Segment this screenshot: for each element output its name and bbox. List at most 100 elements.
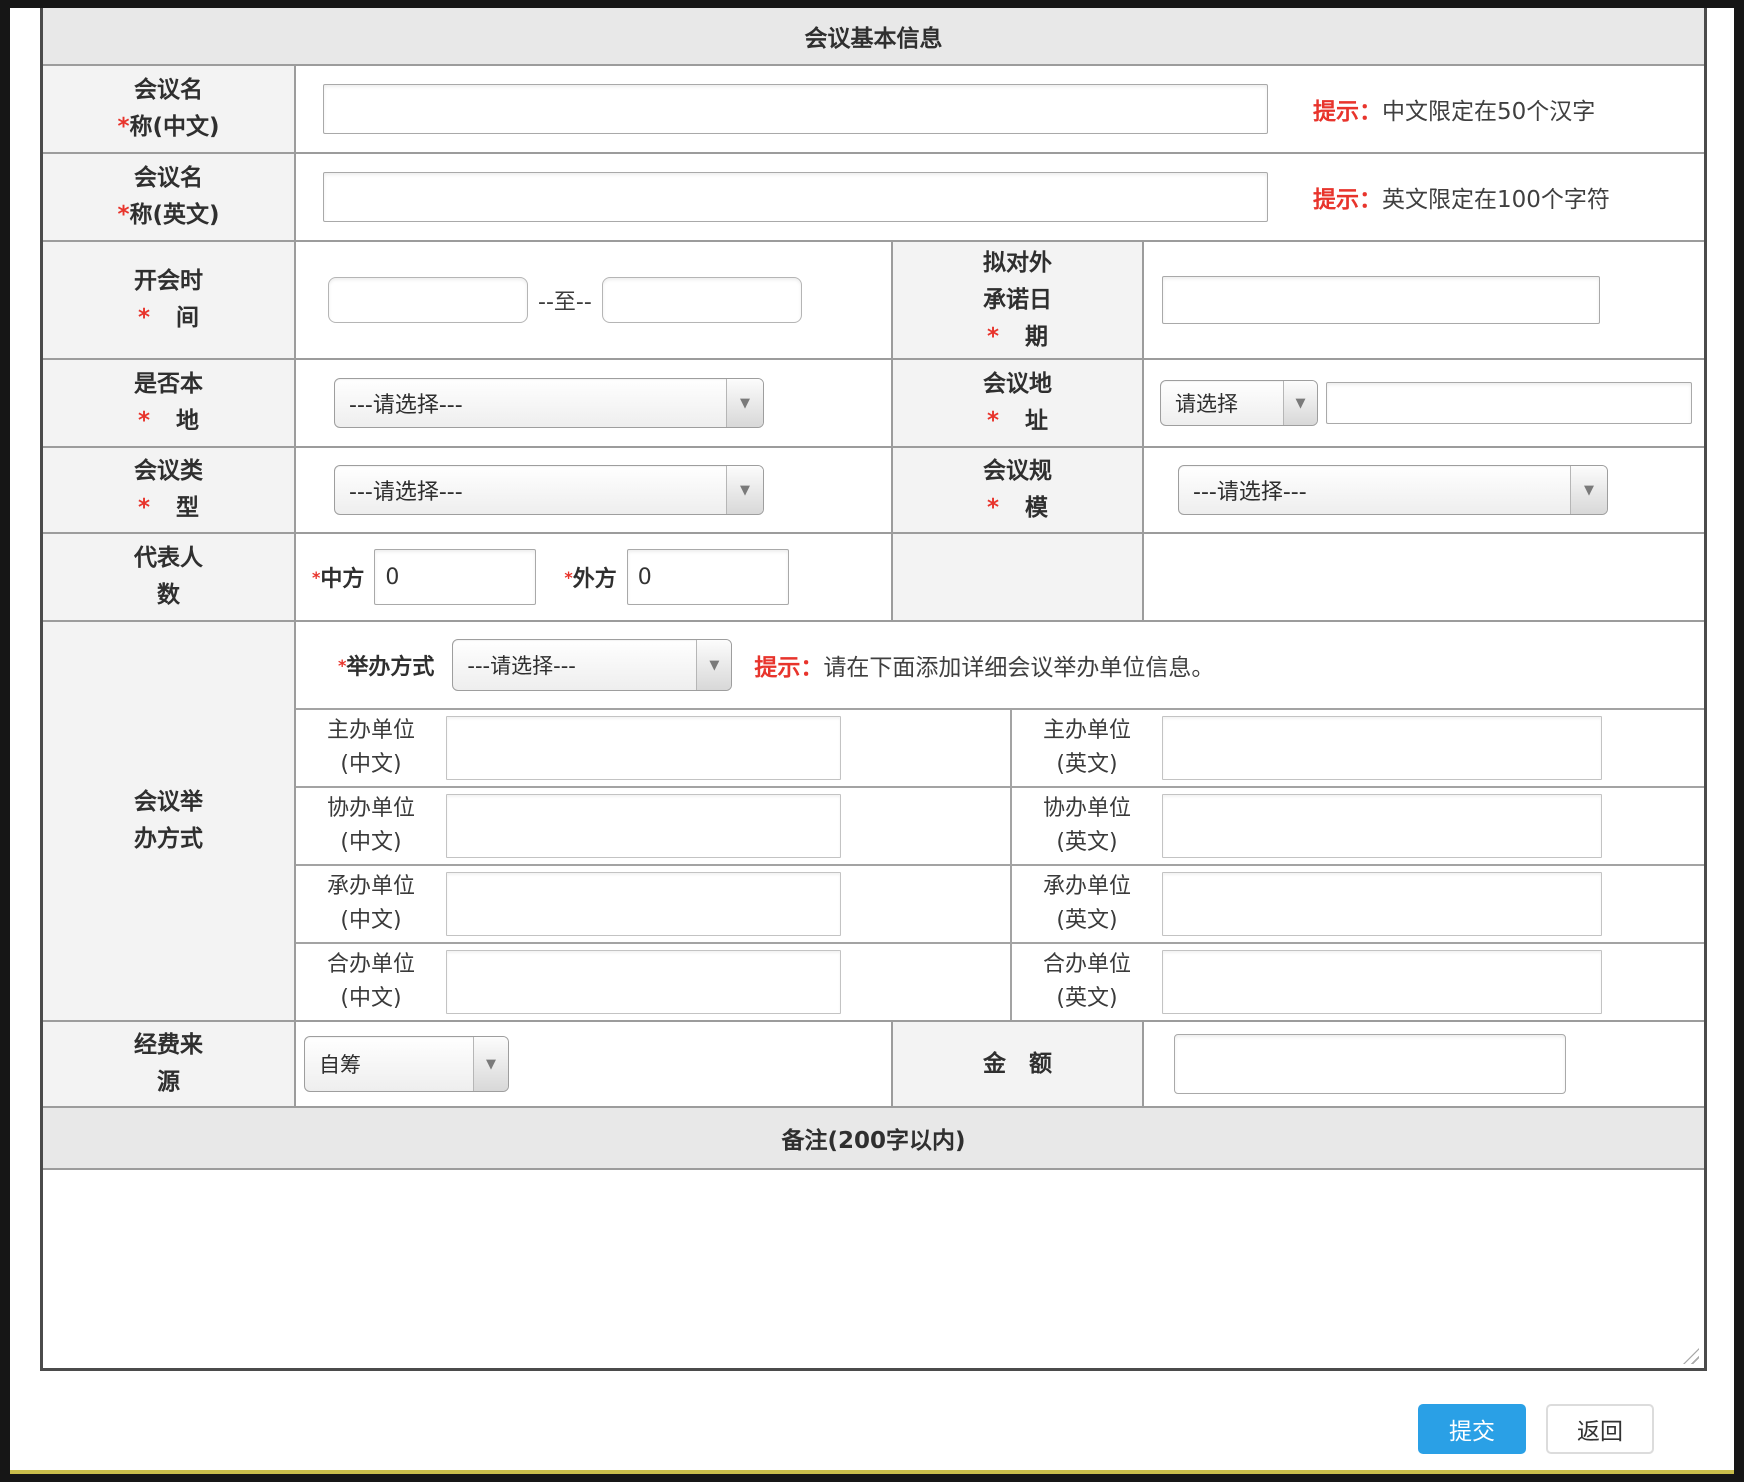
label-line1: 会议地 (983, 366, 1052, 403)
screenshot-frame: 会议基本信息 会议名 *称(中文) 提示：中文限定在50个汉字 会议名 (0, 0, 1744, 1482)
meeting-name-cn-row: 会议名 *称(中文) 提示：中文限定在50个汉字 (43, 64, 1704, 152)
host-unit-row: 协办单位 (中文) 协办单位 (英文) (296, 786, 1704, 864)
meeting-name-en-input[interactable] (323, 172, 1268, 222)
unit-input-coorganizer-en[interactable] (1162, 794, 1602, 858)
unit-input-undertaker-en[interactable] (1162, 872, 1602, 936)
required-marker: * (312, 568, 320, 587)
back-button[interactable]: 返回 (1546, 1404, 1654, 1454)
chevron-down-icon: ▼ (1283, 381, 1317, 425)
meeting-scale-select[interactable]: ---请选择--- ▼ (1178, 465, 1608, 515)
unit-label-line1: 协办单位 (327, 796, 415, 821)
host-unit-row: 合办单位 (中文) 合办单位 (英文) (296, 942, 1704, 1020)
hint-prefix: 提示： (1313, 99, 1382, 125)
unit-label-line1: 合办单位 (1043, 952, 1131, 977)
hint-prefix: 提示： (1313, 187, 1382, 213)
unit-label-line2: (英文) (1056, 908, 1117, 933)
delegates-cn-label: 中方 (320, 561, 364, 593)
unit-label-line2: (中文) (340, 830, 401, 855)
required-marker: * (987, 403, 999, 440)
required-marker: * (117, 109, 129, 146)
remark-header-row: 备注(200字以内) (43, 1106, 1704, 1168)
unit-label-line1: 主办单位 (1043, 718, 1131, 743)
meeting-time-start-input[interactable] (328, 277, 528, 323)
address-label: 会议地 * 址 (891, 360, 1144, 446)
footer-actions: 提交 返回 (10, 1404, 1734, 1460)
unit-label-line1: 承办单位 (327, 874, 415, 899)
chevron-glyph: ▼ (740, 483, 750, 498)
meeting-name-en-hint: 提示：英文限定在100个字符 (1313, 180, 1610, 214)
meeting-name-cn-input[interactable] (323, 84, 1268, 134)
hosting-section-label: 会议举 办方式 (43, 622, 296, 1020)
unit-label: 承办单位 (英文) (1012, 870, 1162, 938)
unit-label-line2: (英文) (1056, 986, 1117, 1011)
unit-label-line1: 主办单位 (327, 718, 415, 743)
meeting-scale-select-value: ---请选择--- (1179, 466, 1570, 514)
meeting-time-row: 开会时 *间 --至-- 拟对外 承诺日 *期 (43, 240, 1704, 358)
delegates-label: 代表人 数 (43, 534, 296, 620)
hosting-section-row: 会议举 办方式 * 举办方式 ---请选择--- ▼ 提示：请在下面添加详细会议… (43, 620, 1704, 1020)
chevron-glyph: ▼ (1296, 396, 1306, 411)
label-line2: 间 (176, 300, 199, 337)
label-line2: 称(中文) (130, 109, 220, 146)
unit-label: 协办单位 (英文) (1012, 792, 1162, 860)
unit-label-line2: (英文) (1056, 830, 1117, 855)
unit-label-line1: 承办单位 (1043, 874, 1131, 899)
unit-label: 主办单位 (英文) (1012, 714, 1162, 782)
address-region-select-value: 请选择 (1161, 381, 1283, 425)
label-line2: 承诺日 (983, 282, 1052, 319)
label-line1: 会议举 (134, 784, 203, 821)
is-local-select[interactable]: ---请选择--- ▼ (334, 378, 764, 428)
unit-label: 主办单位 (中文) (296, 714, 446, 782)
submit-button[interactable]: 提交 (1418, 1404, 1526, 1454)
label-line1: 金 额 (983, 1046, 1052, 1083)
delegates-foreign-input[interactable] (627, 549, 789, 605)
meeting-time-end-input[interactable] (602, 277, 802, 323)
unit-input-undertaker-cn[interactable] (446, 872, 841, 936)
label-line1: 会议类 (134, 453, 203, 490)
is-local-select-value: ---请选择--- (335, 379, 726, 427)
form-title-row: 会议基本信息 (43, 8, 1704, 64)
meeting-form-table: 会议基本信息 会议名 *称(中文) 提示：中文限定在50个汉字 会议名 (40, 8, 1707, 1371)
hosting-way-select[interactable]: ---请选择--- ▼ (452, 639, 732, 691)
label-line2: 源 (157, 1064, 180, 1101)
remark-body-row (43, 1168, 1704, 1368)
hint-prefix: 提示： (754, 655, 823, 681)
delegates-empty-content-cell (1144, 534, 1704, 620)
unit-label: 承办单位 (中文) (296, 870, 446, 938)
hint-text: 英文限定在100个字符 (1382, 187, 1610, 213)
unit-input-organizer-en[interactable] (1162, 716, 1602, 780)
chevron-down-icon: ▼ (726, 466, 763, 514)
promise-date-input[interactable] (1162, 276, 1600, 324)
amount-input[interactable] (1174, 1034, 1566, 1094)
unit-input-coorganizer-cn[interactable] (446, 794, 841, 858)
label-line2: 地 (176, 403, 199, 440)
address-input[interactable] (1326, 382, 1692, 424)
address-region-select[interactable]: 请选择 ▼ (1160, 380, 1318, 426)
unit-label-line2: (中文) (340, 908, 401, 933)
label-line1: 开会时 (134, 263, 203, 300)
unit-label-line2: (英文) (1056, 752, 1117, 777)
funding-select[interactable]: 自筹 ▼ (304, 1036, 509, 1092)
label-line1: 是否本 (134, 366, 203, 403)
hint-text: 请在下面添加详细会议举办单位信息。 (823, 655, 1214, 681)
meeting-name-en-label: 会议名 *称(英文) (43, 154, 296, 240)
meeting-type-row: 会议类 *型 ---请选择--- ▼ 会议规 *模 ---请选择--- (43, 446, 1704, 532)
time-range-separator: --至-- (538, 284, 592, 316)
delegates-cn-input[interactable] (374, 549, 536, 605)
unit-label-line2: (中文) (340, 752, 401, 777)
unit-input-jointhost-en[interactable] (1162, 950, 1602, 1014)
required-marker: * (564, 568, 572, 587)
label-line1: 拟对外 (983, 245, 1052, 282)
label-line2: 型 (176, 490, 199, 527)
meeting-type-select[interactable]: ---请选择--- ▼ (334, 465, 764, 515)
remark-textarea[interactable] (43, 1170, 1704, 1368)
label-line1: 会议名 (134, 72, 203, 109)
chevron-down-icon: ▼ (726, 379, 763, 427)
delegates-row: 代表人 数 * 中方 * 外方 (43, 532, 1704, 620)
label-line1: 经费来 (134, 1027, 203, 1064)
unit-input-jointhost-cn[interactable] (446, 950, 841, 1014)
label-line2: 址 (1025, 403, 1048, 440)
unit-input-organizer-cn[interactable] (446, 716, 841, 780)
meeting-type-select-value: ---请选择--- (335, 466, 726, 514)
required-marker: * (138, 300, 150, 337)
